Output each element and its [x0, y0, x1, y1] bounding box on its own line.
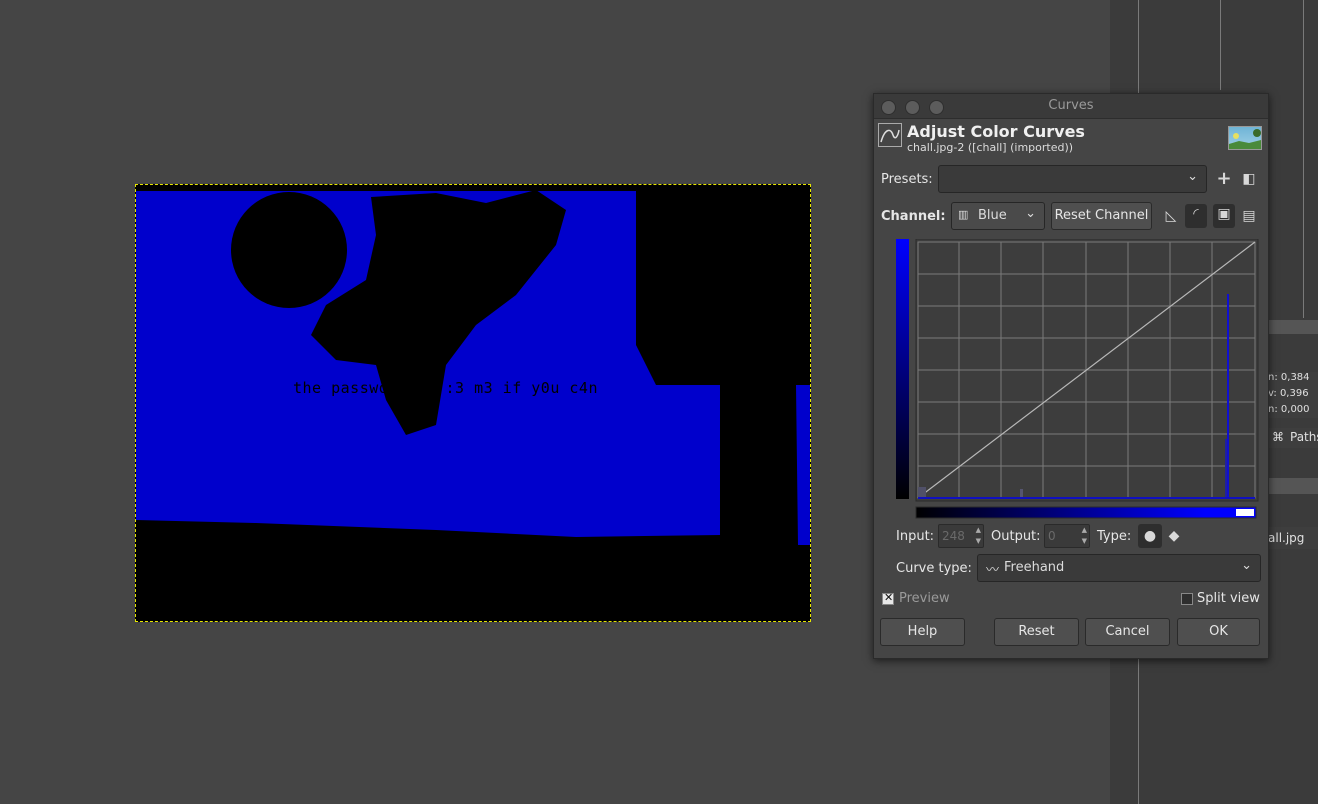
split-view-row: Split view — [1197, 591, 1260, 606]
curve-type-label: Curve type: — [896, 561, 972, 576]
chevron-down-icon: ⌄ — [1187, 169, 1198, 184]
dialog-titlebar[interactable]: Curves — [874, 94, 1268, 119]
chevron-down-icon: ⌄ — [1025, 206, 1036, 221]
curve-type-row: Curve type: — [896, 561, 972, 576]
curve-graph[interactable] — [896, 238, 1262, 521]
output-row: Output: — [991, 529, 1041, 544]
cancel-button[interactable]: Cancel — [1085, 618, 1170, 646]
type-row: Type: — [1097, 529, 1131, 544]
curve-graph-svg[interactable] — [896, 238, 1262, 521]
preview-label: Preview — [899, 591, 950, 606]
paths-icon: ⌘ — [1272, 430, 1284, 444]
freehand-icon: 〰 — [986, 563, 1000, 578]
preset-menu-icon[interactable]: ◧ — [1239, 169, 1259, 189]
presets-label: Presets: — [881, 172, 933, 187]
dock-divider — [1220, 0, 1221, 90]
dialog-header: Adjust Color Curves chall.jpg-2 ([chall]… — [874, 119, 1268, 157]
input-label: Input: — [896, 529, 935, 544]
corner-point-icon[interactable]: ◆ — [1164, 526, 1184, 546]
input-row: Input: — [896, 529, 934, 544]
pointer-info-panel: n: 0,384 v: 0,396 n: 0,000 — [1268, 372, 1318, 418]
dialog-subheading: chall.jpg-2 ([chall] (imported)) — [907, 141, 1074, 154]
info-value: 0,396 — [1279, 388, 1309, 399]
channel-value: Blue — [978, 208, 1007, 223]
add-preset-icon[interactable]: + — [1214, 169, 1234, 189]
tab-paths-label: Paths — [1290, 430, 1318, 444]
reset-button[interactable]: Reset — [994, 618, 1079, 646]
output-spinner[interactable]: 0 ▲ ▼ — [1044, 524, 1090, 548]
input-value: 248 — [942, 529, 965, 543]
info-prefix: v: — [1268, 388, 1277, 399]
log-histogram-icon[interactable]: ◜ — [1185, 204, 1207, 228]
presets-row: Presets: — [881, 172, 933, 187]
presets-combo[interactable]: ⌄ — [938, 165, 1207, 193]
curve-type-combo[interactable]: 〰 Freehand ⌄ — [977, 554, 1261, 582]
histogram-view-icon[interactable]: ▣ — [1213, 204, 1235, 228]
dock-handle[interactable] — [1268, 478, 1318, 494]
preview-checkbox[interactable]: ✕ — [882, 591, 894, 605]
channel-combo[interactable]: ▥ Blue ⌄ — [951, 202, 1045, 230]
info-value: 0,000 — [1280, 404, 1310, 415]
info-value: 0,384 — [1280, 372, 1310, 383]
info-prefix: n: — [1268, 404, 1278, 415]
output-value: 0 — [1048, 529, 1056, 543]
type-label: Type: — [1097, 529, 1132, 544]
histogram-view-alt-icon[interactable]: ▤ — [1239, 206, 1259, 226]
input-gradient-bar — [915, 506, 1257, 519]
help-button[interactable]: Help — [880, 618, 965, 646]
reset-channel-button[interactable]: Reset Channel — [1051, 202, 1152, 230]
image-content — [136, 185, 810, 621]
ok-button[interactable]: OK — [1177, 618, 1260, 646]
spinner-arrows-icon[interactable]: ▲ ▼ — [1082, 525, 1087, 547]
image-canvas[interactable]: the password is :3 m3 if y0u c4n — [135, 184, 811, 622]
spinner-arrows-icon[interactable]: ▲ ▼ — [976, 525, 981, 547]
image-thumbnail — [1228, 126, 1262, 150]
output-gradient-bar — [896, 239, 909, 499]
input-gradient-white — [1236, 509, 1254, 516]
image-list-label: all.jpg — [1268, 531, 1305, 545]
curve-type-value: Freehand — [1004, 560, 1065, 575]
output-label: Output: — [991, 529, 1041, 544]
image-list-item[interactable]: all.jpg — [1268, 527, 1318, 549]
chevron-down-icon: ⌄ — [1241, 558, 1252, 573]
channel-label: Channel: — [881, 209, 946, 224]
channel-icon: ▥ — [958, 208, 969, 221]
smooth-point-icon[interactable]: ● — [1138, 524, 1162, 548]
info-prefix: n: — [1268, 372, 1278, 383]
split-view-checkbox[interactable] — [1181, 593, 1193, 605]
dialog-title: Curves — [1048, 98, 1094, 113]
dock-handle[interactable] — [1268, 320, 1318, 334]
linear-histogram-icon[interactable]: ◺ — [1161, 206, 1181, 226]
curves-icon — [878, 123, 902, 147]
split-view-label: Split view — [1197, 591, 1260, 606]
tab-paths[interactable]: ⌘ Paths — [1268, 428, 1318, 448]
dock-divider — [1303, 0, 1304, 318]
input-spinner[interactable]: 248 ▲ ▼ — [938, 524, 984, 548]
check-icon: ✕ — [884, 591, 894, 604]
channel-row: Channel: — [881, 209, 946, 224]
curves-dialog: Curves Adjust Color Curves chall.jpg-2 (… — [873, 93, 1269, 659]
dialog-heading: Adjust Color Curves — [907, 122, 1085, 141]
image-hidden-text: the password is :3 m3 if y0u c4n — [293, 379, 598, 397]
